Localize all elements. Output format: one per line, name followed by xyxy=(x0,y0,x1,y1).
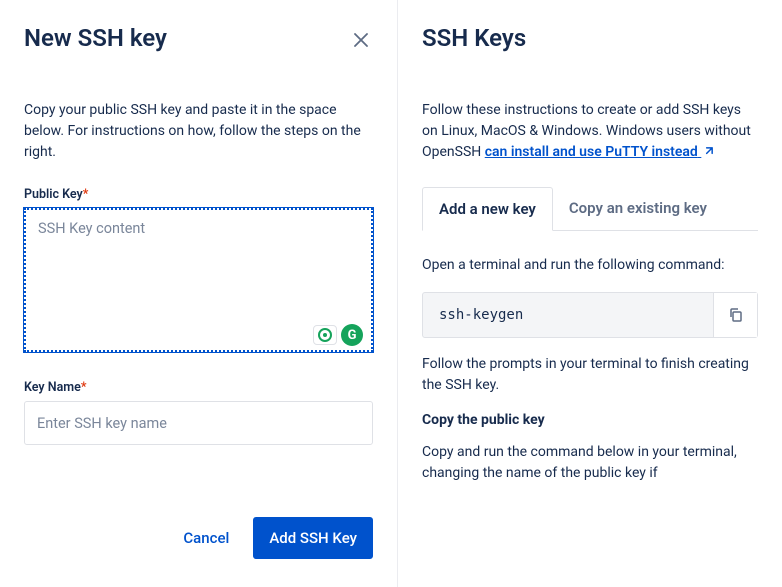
help-intro: Follow these instructions to create or a… xyxy=(422,100,758,163)
modal-intro: Copy your public SSH key and paste it in… xyxy=(24,100,373,163)
help-title: SSH Keys xyxy=(422,24,758,52)
ssh-keys-help-panel: SSH Keys Follow these instructions to cr… xyxy=(397,0,782,587)
new-ssh-key-modal: New SSH key Copy your public SSH key and… xyxy=(0,0,397,587)
grammarly-overlay: G xyxy=(313,324,363,346)
public-key-label: Public Key* xyxy=(24,187,373,202)
external-link-icon xyxy=(703,146,714,157)
modal-title: New SSH key xyxy=(24,24,373,52)
putty-link[interactable]: can install and use PuTTY instead xyxy=(485,144,715,160)
copy-command-button[interactable] xyxy=(713,293,757,337)
cancel-button[interactable]: Cancel xyxy=(167,517,245,559)
command-block: ssh-keygen xyxy=(422,292,758,338)
help-tabs: Add a new key Copy an existing key xyxy=(422,187,758,231)
tab-copy-existing-key[interactable]: Copy an existing key xyxy=(553,187,723,230)
step1-instruction: Open a terminal and run the following co… xyxy=(422,255,758,276)
copy-icon xyxy=(728,307,744,323)
grammarly-hint-icon[interactable] xyxy=(313,325,337,345)
section-copy-public-key: Copy the public key xyxy=(422,412,758,428)
command-text: ssh-keygen xyxy=(423,293,713,337)
tab-add-new-key[interactable]: Add a new key xyxy=(422,187,553,231)
add-ssh-key-button[interactable]: Add SSH Key xyxy=(253,517,373,559)
step2-instruction: Copy and run the command below in your t… xyxy=(422,442,758,484)
modal-actions: Cancel Add SSH Key xyxy=(24,517,373,559)
key-name-label: Key Name* xyxy=(24,380,373,395)
step1-followup: Follow the prompts in your terminal to f… xyxy=(422,354,758,396)
key-name-input[interactable] xyxy=(24,401,373,445)
close-icon xyxy=(354,33,368,47)
public-key-field-wrap: G xyxy=(24,208,373,356)
grammarly-icon[interactable]: G xyxy=(341,324,363,346)
close-button[interactable] xyxy=(349,28,373,52)
